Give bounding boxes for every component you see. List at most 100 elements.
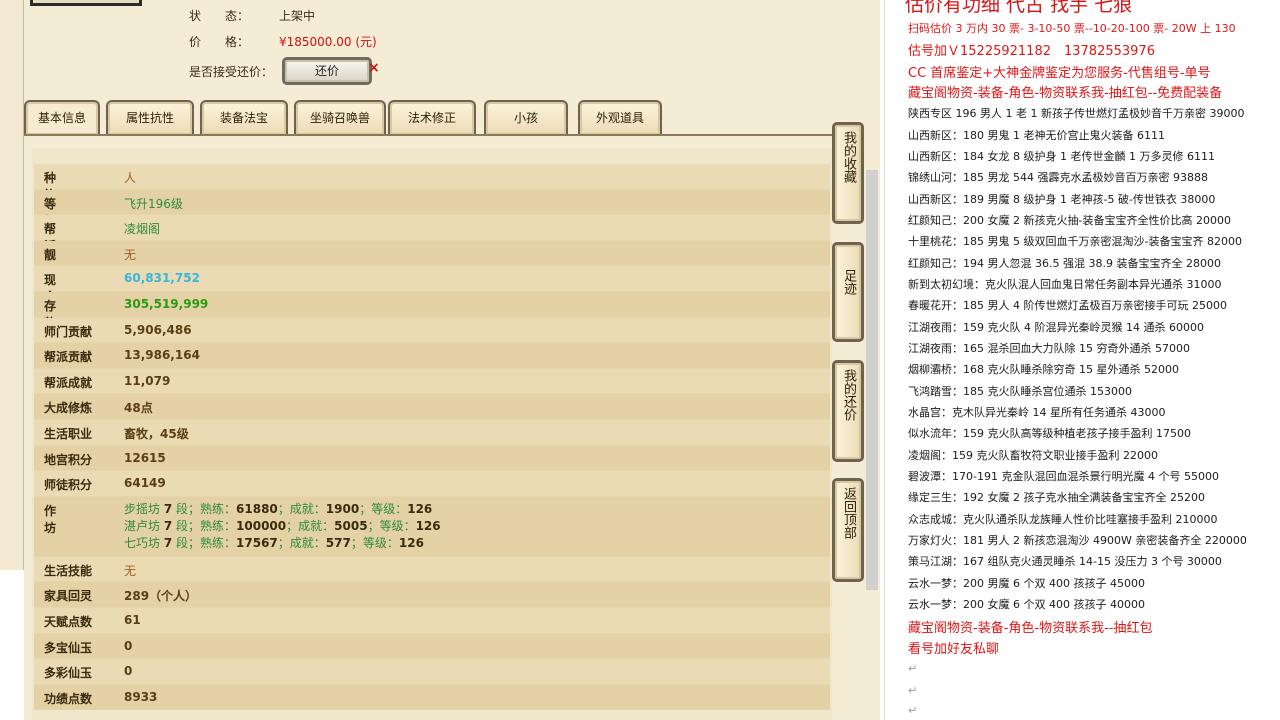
counter-offer-row: 是否接受还价： xyxy=(189,63,273,80)
row-key: 作 坊 xyxy=(44,503,109,535)
row-value: 64149 xyxy=(124,476,166,491)
price-label: 价 格： xyxy=(189,35,250,49)
promo-line: 红颜知己：200 女魔 2 新孩克火抽-装备宝宝齐全性价比高 20000 xyxy=(908,214,1231,227)
row-key: 帮派成就 xyxy=(44,375,93,390)
promo-line: CC 首席鉴定+大神金牌鉴定为您服务-代售组号-单号 xyxy=(908,66,1211,81)
row-value: 0 xyxy=(124,638,133,653)
promo-line: 春暖花开：185 男人 4 阶传世燃灯孟极百万亲密接手可玩 25000 xyxy=(908,299,1227,312)
game-trade-panel: 状 态： 上架中 价 格： ¥185000.00 (元) 是否接受还价： 还价 × … xyxy=(24,0,880,720)
back-to-top-button[interactable]: 返回顶部 xyxy=(832,478,864,582)
row-value: 凌烟阁 xyxy=(124,222,161,237)
promo-line: 似水流年：159 克火队高等级种植老孩子接手盈利 17500 xyxy=(908,427,1191,440)
row-key: 天赋点数 xyxy=(44,614,93,629)
basic-info-panel: 种 族人 等 级飞升196级 帮 派凌烟阁 靓 号无 现 金60,831,752… xyxy=(32,148,832,720)
tab-mounts-pets[interactable]: 坐骑召唤兽 xyxy=(294,100,386,135)
row-value: 飞升196级 xyxy=(124,196,183,211)
promo-line: 山西新区：180 男鬼 1 老神无价宫止鬼火装备 6111 xyxy=(908,129,1165,142)
row-value: 8933 xyxy=(124,689,158,704)
table-row: 种 族人 xyxy=(34,164,830,202)
status-label: 状 态： xyxy=(189,9,250,23)
row-key: 帮派贡献 xyxy=(44,350,93,365)
promo-line: 陕西专区 196 男人 1 老 1 新孩子传世燃灯孟极妙音千万亲密 39000 xyxy=(908,107,1245,120)
row-key: 家具回灵 xyxy=(44,589,93,604)
counter-offer-label: 是否接受还价： xyxy=(189,65,274,79)
row-value: 48点 xyxy=(124,401,153,416)
logo-frame xyxy=(30,0,142,6)
table-row: 靓 号无 xyxy=(34,240,830,279)
row-value: 12615 xyxy=(124,450,166,465)
promo-text-panel: 估价有功细 代古 找手 七狼 扫码估价 3 万内 30 票- 3-10-50 票… xyxy=(884,0,1280,720)
craft-line: 步摇坊 7 段；熟练：61880；成就：1900；等级：126 xyxy=(124,501,433,516)
table-row: 天赋点数 61 xyxy=(34,607,830,634)
row-value: 11,079 xyxy=(124,373,171,388)
paragraph-mark-icon: ↵ xyxy=(908,662,918,675)
table-row: 生活技能 无 xyxy=(34,556,830,583)
row-value: 305,519,999 xyxy=(124,296,209,311)
row-value: 0 xyxy=(124,664,133,679)
tab-attributes[interactable]: 属性抗性 xyxy=(106,100,194,135)
promo-line: 红颜知己：194 男人忽混 36.5 强混 38.9 装备宝宝齐全 28000 xyxy=(908,257,1221,270)
tab-appearance[interactable]: 外观道具 xyxy=(578,100,662,135)
table-row: 等 级飞升196级 xyxy=(34,189,830,228)
basic-info-table: 种 族人 等 级飞升196级 帮 派凌烟阁 靓 号无 现 金60,831,752… xyxy=(34,164,830,711)
my-favorites-label: 我的收藏 xyxy=(841,131,856,183)
promo-title: 估价有功细 代古 找手 七狼 xyxy=(905,0,1133,16)
craft-line: 湛卢坊 7 段；熟练：100000；成就：5005；等级：126 xyxy=(124,518,441,533)
table-row: 存 款305,519,999 xyxy=(34,291,830,330)
promo-line: 众志成城：克火队通杀队龙族睡人性价比哇塞接手盈利 210000 xyxy=(908,513,1218,526)
status-value: 上架中 xyxy=(279,9,316,23)
row-key: 地宫积分 xyxy=(44,452,93,467)
promo-line: 策马江湖：167 组队克火通灵睡杀 14-15 没压力 3 个号 30000 xyxy=(908,555,1222,568)
promo-line: 藏宝阁物资-装备-角色-物资联系我-抽红包--免费配装备 xyxy=(908,86,1223,101)
table-row: 大成修炼 48点 xyxy=(34,394,830,420)
table-row: 师徒积分 64149 xyxy=(34,471,830,497)
left-window-edge xyxy=(0,0,24,570)
close-icon[interactable]: × xyxy=(368,60,380,76)
promo-line: 缘定三生：192 女魔 2 孩子克水抽全满装备宝宝齐全 25200 xyxy=(908,491,1205,504)
promo-line: 云水一梦：200 男魔 6 个双 400 孩孩子 45000 xyxy=(908,577,1145,590)
row-key: 多彩仙玉 xyxy=(44,666,93,681)
my-favorites-button[interactable]: 我的收藏 xyxy=(832,122,864,224)
table-row: 帮派贡献 13,986,164 xyxy=(34,343,830,369)
row-value: 5,906,486 xyxy=(124,322,192,337)
tab-bar: 基本信息 属性抗性 装备法宝 坐骑召唤兽 法术修正 小孩 外观道具 xyxy=(24,100,844,136)
row-key: 生活职业 xyxy=(44,426,93,441)
row-key: 大成修炼 xyxy=(44,401,93,416)
tab-equipment[interactable]: 装备法宝 xyxy=(200,100,288,135)
promo-line: 估号加Ｖ15225921182 13782553976 xyxy=(908,44,1155,59)
row-value: 畜牧，45级 xyxy=(124,426,189,441)
row-value: 13,986,164 xyxy=(124,348,200,363)
row-key: 功绩点数 xyxy=(44,691,93,706)
promo-line: 看号加好友私聊 xyxy=(908,642,1000,657)
tab-children[interactable]: 小孩 xyxy=(484,100,568,135)
table-row: 现 金60,831,752 xyxy=(34,266,830,304)
scrollbar[interactable] xyxy=(866,170,878,590)
promo-line: 扫码估价 3 万内 30 票- 3-10-50 票--10-20-100 票- … xyxy=(908,22,1236,35)
row-key: 师门贡献 xyxy=(44,324,93,339)
footprint-button[interactable]: 足迹 xyxy=(832,242,864,342)
promo-line: 凌烟阁：159 克火队畜牧符文职业接手盈利 22000 xyxy=(908,449,1158,462)
status-row: 状 态： 上架中 xyxy=(189,7,315,24)
table-row: 多宝仙玉 0 xyxy=(34,633,830,660)
row-value: 60,831,752 xyxy=(124,271,200,286)
table-row: 功绩点数 8933 xyxy=(34,684,830,711)
table-row: 生活职业 畜牧，45级 xyxy=(34,419,830,446)
table-row: 帮 派凌烟阁 xyxy=(34,215,830,253)
counter-offer-button[interactable]: 还价 xyxy=(282,57,372,85)
promo-line: 山西新区：189 男魔 8 级护身 1 老神孩-5 破-传世铁衣 38000 xyxy=(908,193,1216,206)
promo-line: 云水一梦：200 女魔 6 个双 400 孩孩子 40000 xyxy=(908,598,1145,611)
tab-underline xyxy=(24,134,834,136)
my-counter-offers-button[interactable]: 我的还价 xyxy=(832,360,864,462)
promo-line: 飞鸿踏雪：185 克火队睡杀宫位通杀 153000 xyxy=(908,385,1132,398)
paragraph-mark-icon: ↵ xyxy=(908,704,918,717)
promo-line: 十里桃花：185 男鬼 5 级双回血千万亲密混淘沙-装备宝宝齐 82000 xyxy=(908,235,1242,248)
price-row: 价 格： ¥185000.00 (元) xyxy=(189,33,377,50)
row-key: 师徒积分 xyxy=(44,478,93,493)
promo-line: 藏宝阁物资-装备-角色-物资联系我--抽红包 xyxy=(908,621,1153,636)
tab-basic-info[interactable]: 基本信息 xyxy=(24,100,100,135)
promo-line: 万家灯火：181 男人 2 新孩恋混淘沙 4900W 亲密装备齐全 220000 xyxy=(908,534,1247,547)
table-row: 师门贡献 5,906,486 xyxy=(34,317,830,344)
tab-spell-correction[interactable]: 法术修正 xyxy=(388,100,476,135)
paragraph-mark-icon: ↵ xyxy=(908,684,918,697)
row-value: 61 xyxy=(124,612,141,627)
